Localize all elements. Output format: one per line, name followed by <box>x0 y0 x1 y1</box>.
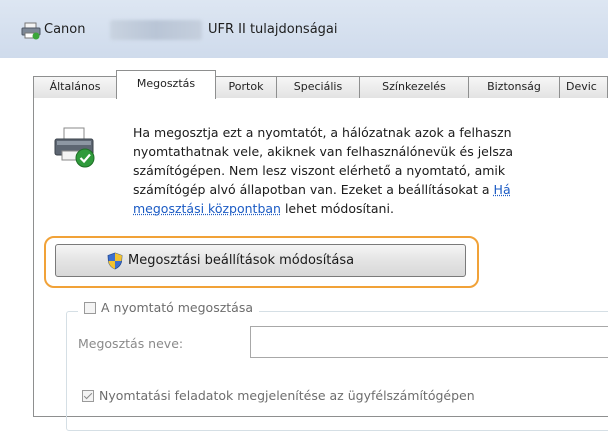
tab-security[interactable]: Biztonság <box>468 76 560 98</box>
tab-ports[interactable]: Portok <box>215 76 277 98</box>
share-printer-checkbox[interactable]: A nyomtató megosztása <box>78 300 260 320</box>
title-bar: Canon UFR II tulajdonságai <box>0 0 608 58</box>
tab-sharing[interactable]: Megosztás <box>116 70 216 99</box>
sharing-description: Ha megosztja ezt a nyomtatót, a hálózatn… <box>133 123 608 218</box>
uac-shield-icon <box>107 252 123 270</box>
share-name-label: Megosztás neve: <box>78 336 184 351</box>
printer-icon <box>21 22 41 40</box>
description-line: számítógépen. Nem lesz viszont elérhető … <box>133 163 506 178</box>
description-line: számítógép alvó állapotban van. Ezeket a… <box>133 180 608 199</box>
change-sharing-options-label: Megosztási beállítások módosítása <box>128 253 355 268</box>
tab-color-management[interactable]: Színkezelés <box>359 76 469 98</box>
checkbox-box-checked[interactable] <box>82 390 94 402</box>
description-line: megosztási központban lehet módosítani. <box>133 199 608 218</box>
tab-general[interactable]: Általános <box>33 76 117 98</box>
share-name-input[interactable] <box>250 326 608 358</box>
description-line: Ha megosztja ezt a nyomtatót, a hálózatn… <box>133 125 512 140</box>
render-jobs-checkbox[interactable]: Nyomtatási feladatok megjelenítése az üg… <box>82 388 475 403</box>
window-title-model: Canon <box>44 22 86 37</box>
window-title-suffix: UFR II tulajdonságai <box>208 22 338 37</box>
tab-advanced[interactable]: Speciális <box>276 76 360 98</box>
shared-printer-icon <box>54 127 95 168</box>
change-sharing-options-button[interactable]: Megosztási beállítások módosítása <box>55 244 466 277</box>
description-line: nyomtathatnak vele, akiknek van felhaszn… <box>133 144 514 159</box>
description-line-end: lehet módosítani. <box>280 201 394 216</box>
redacted-model-name <box>110 20 202 40</box>
description-line-text: számítógép alvó állapotban van. Ezeket a… <box>133 182 490 197</box>
share-printer-label: A nyomtató megosztása <box>101 300 254 315</box>
checkbox-box[interactable] <box>84 302 96 314</box>
network-center-link[interactable]: megosztási központban <box>133 201 281 216</box>
render-jobs-label: Nyomtatási feladatok megjelenítése az üg… <box>99 388 475 403</box>
network-center-link-start[interactable]: Há <box>494 182 511 197</box>
tab-device-settings[interactable]: Devic <box>559 76 608 98</box>
